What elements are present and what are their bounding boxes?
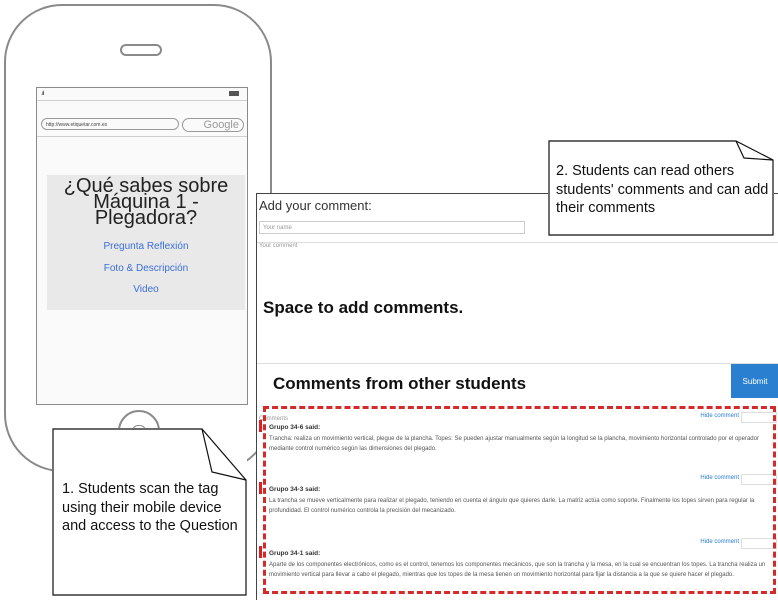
signal-icon: .ııl (41, 91, 45, 97)
question-card: ¿Qué sabes sobre Máquina 1 - Plegadora? … (47, 175, 245, 310)
name-input[interactable]: Your name (259, 221, 525, 234)
status-bar: .ııl (37, 88, 247, 101)
link-video[interactable]: Video (47, 284, 245, 295)
highlight-dashed-border-bottom (263, 591, 776, 594)
note-1-text: 1. Students scan the tag using their mob… (62, 481, 238, 534)
comment-placeholder: Your comment (259, 243, 298, 249)
phone-mockup: .ııl http://www.etiquetar.com.es Google … (4, 4, 272, 472)
phone-screen: .ııl http://www.etiquetar.com.es Google … (36, 87, 248, 405)
highlight-dashed-border (263, 406, 776, 594)
note-2-text: 2. Students can read others students' co… (556, 163, 769, 216)
submit-button[interactable]: Submit (731, 364, 778, 398)
search-input[interactable]: Google (182, 118, 244, 132)
question-title: ¿Qué sabes sobre Máquina 1 - Plegadora? (63, 175, 229, 229)
comments-section-title: Comments from other students (273, 374, 527, 393)
phone-speaker (120, 44, 162, 56)
space-annotation: Space to add comments. (263, 298, 464, 317)
url-input[interactable]: http://www.etiquetar.com.es (41, 118, 179, 130)
browser-address-bar: http://www.etiquetar.com.es Google (37, 114, 247, 137)
link-foto-descripcion[interactable]: Foto & Descripción (47, 263, 245, 274)
callout-note-2: 2. Students can read others students' co… (548, 140, 774, 236)
link-pregunta-reflexion[interactable]: Pregunta Reflexión (47, 241, 245, 252)
add-comment-title: Add your comment: (259, 198, 372, 213)
comment-marker (259, 420, 262, 432)
battery-icon (229, 91, 239, 96)
callout-note-1: 1. Students scan the tag using their mob… (52, 428, 247, 596)
comment-marker (259, 482, 262, 494)
comment-marker (259, 546, 262, 558)
